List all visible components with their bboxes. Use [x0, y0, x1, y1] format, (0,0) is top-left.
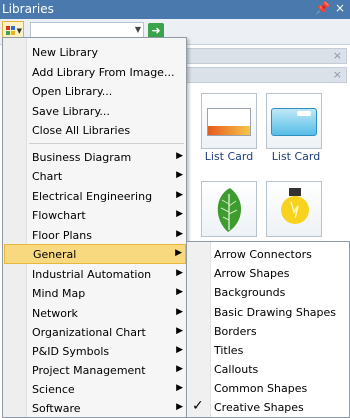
submenu-item-titles[interactable]: Titles — [188, 341, 348, 360]
tile-label: List Card — [204, 150, 254, 163]
menu-item-organizational-chart[interactable]: Organizational Chart ▶ — [4, 323, 186, 342]
tile-label: List Card — [271, 150, 321, 163]
submenu-item-label: Callouts — [214, 363, 259, 376]
submenu-item-label: Common Shapes — [214, 382, 308, 395]
menu-item-save-library[interactable]: Save Library... — [4, 102, 186, 121]
chevron-right-icon: ▶ — [176, 151, 183, 161]
menu-item-label: Save Library... — [32, 105, 110, 118]
menu-item-mind-map[interactable]: Mind Map ▶ — [4, 284, 186, 303]
chevron-right-icon: ▶ — [176, 268, 183, 278]
menu-item-label: Chart — [32, 170, 63, 183]
chevron-down-icon: ▼ — [16, 27, 22, 35]
menu-item-label: General — [33, 248, 77, 261]
menu-item-label: Open Library... — [32, 85, 113, 98]
general-submenu: Arrow Connectors Arrow Shapes Background… — [186, 241, 350, 418]
menu-item-label: Project Management — [32, 364, 146, 377]
chevron-right-icon: ▶ — [176, 190, 183, 200]
submenu-item-label: Backgrounds — [214, 286, 286, 299]
submenu-item-label: Creative Shapes — [214, 401, 304, 414]
chevron-right-icon: ▶ — [176, 287, 183, 297]
list-card-badge — [297, 111, 311, 116]
chevron-right-icon: ▶ — [176, 326, 183, 336]
chevron-right-icon: ▶ — [176, 307, 183, 317]
menu-separator — [29, 143, 184, 144]
submenu-item-borders[interactable]: Borders — [188, 322, 348, 341]
libraries-dropdown-menu: New Library Add Library From Image... Op… — [2, 37, 187, 418]
menu-item-label: Science — [32, 383, 75, 396]
library-shape-tile[interactable] — [201, 93, 257, 149]
submenu-item-label: Titles — [214, 344, 244, 357]
menu-item-network[interactable]: Network ▶ — [4, 304, 186, 323]
panel-title-bar: Libraries 📌 × — [0, 0, 350, 19]
chevron-right-icon: ▶ — [176, 345, 183, 355]
menu-item-floor-plans[interactable]: Floor Plans ▶ — [4, 226, 186, 245]
menu-item-label: Organizational Chart — [32, 326, 146, 339]
library-shape-tile[interactable] — [266, 181, 322, 237]
submenu-item-backgrounds[interactable]: Backgrounds — [188, 283, 348, 302]
checkmark-icon: ✓ — [192, 398, 204, 414]
menu-item-label: P&ID Symbols — [32, 345, 110, 358]
panel-title: Libraries — [2, 2, 54, 16]
library-shape-tile[interactable] — [266, 93, 322, 149]
leaf-icon — [217, 188, 242, 232]
menu-item-electrical-engineering[interactable]: Electrical Engineering ▶ — [4, 187, 186, 206]
menu-item-close-all-libraries[interactable]: Close All Libraries — [4, 121, 186, 140]
menu-item-label: New Library — [32, 46, 98, 59]
submenu-item-common-shapes[interactable]: Common Shapes — [188, 379, 348, 398]
close-icon[interactable]: × — [333, 49, 342, 62]
menu-item-general[interactable]: General ▶ — [4, 244, 186, 264]
submenu-item-creative-shapes[interactable]: ✓ Creative Shapes — [188, 398, 348, 417]
chevron-right-icon: ▶ — [176, 402, 183, 412]
submenu-item-label: Arrow Connectors — [214, 248, 312, 261]
chevron-right-icon: ▶ — [176, 383, 183, 393]
menu-item-label: Electrical Engineering — [32, 190, 153, 203]
menu-item-industrial-automation[interactable]: Industrial Automation ▶ — [4, 265, 186, 284]
library-shape-tile[interactable] — [201, 181, 257, 237]
menu-item-add-library-from-image[interactable]: Add Library From Image... — [4, 63, 186, 82]
menu-item-business-diagram[interactable]: Business Diagram ▶ — [4, 148, 186, 167]
library-header[interactable]: × — [183, 48, 347, 64]
close-icon[interactable]: × — [335, 1, 345, 15]
menu-item-pid-symbols[interactable]: P&ID Symbols ▶ — [4, 342, 186, 361]
menu-item-label: Flowchart — [32, 209, 86, 222]
chevron-right-icon: ▶ — [176, 170, 183, 180]
close-icon[interactable]: × — [333, 68, 342, 81]
menu-item-science[interactable]: Science ▶ — [4, 380, 186, 399]
menu-item-label: Business Diagram — [32, 151, 132, 164]
menu-item-chart[interactable]: Chart ▶ — [4, 167, 186, 186]
menu-item-label: Network — [32, 307, 78, 320]
menu-item-software[interactable]: Software ▶ — [4, 399, 186, 418]
chevron-right-icon: ▶ — [176, 364, 183, 374]
menu-item-new-library[interactable]: New Library — [4, 43, 186, 62]
menu-item-label: Add Library From Image... — [32, 66, 175, 79]
chevron-right-icon: ▶ — [175, 248, 182, 258]
menu-item-label: Industrial Automation — [32, 268, 152, 281]
menu-item-label: Close All Libraries — [32, 124, 131, 137]
submenu-item-arrow-shapes[interactable]: Arrow Shapes — [188, 264, 348, 283]
chevron-right-icon: ▶ — [176, 229, 183, 239]
submenu-item-label: Borders — [214, 325, 257, 338]
submenu-item-label: Arrow Shapes — [214, 267, 290, 280]
submenu-item-label: Basic Drawing Shapes — [214, 306, 337, 319]
submenu-item-basic-drawing-shapes[interactable]: Basic Drawing Shapes — [188, 303, 348, 322]
libraries-panel: Libraries 📌 × ▼ ▼ ➜ × × List Card List C… — [0, 0, 350, 418]
list-card-bar — [208, 126, 250, 135]
menu-item-flowchart[interactable]: Flowchart ▶ — [4, 206, 186, 225]
light-bulb-icon — [281, 188, 309, 224]
chevron-down-icon[interactable]: ▼ — [135, 25, 141, 34]
menu-item-label: Floor Plans — [32, 229, 92, 242]
menu-item-label: Mind Map — [32, 287, 86, 300]
menu-item-label: Software — [32, 402, 81, 415]
chevron-right-icon: ▶ — [176, 209, 183, 219]
library-header[interactable]: × — [183, 67, 347, 83]
library-grid-icon — [6, 26, 16, 36]
pin-icon[interactable]: 📌 — [315, 1, 330, 15]
menu-item-project-management[interactable]: Project Management ▶ — [4, 361, 186, 380]
menu-item-open-library[interactable]: Open Library... — [4, 82, 186, 101]
submenu-item-arrow-connectors[interactable]: Arrow Connectors — [188, 245, 348, 264]
submenu-item-callouts[interactable]: Callouts — [188, 360, 348, 379]
